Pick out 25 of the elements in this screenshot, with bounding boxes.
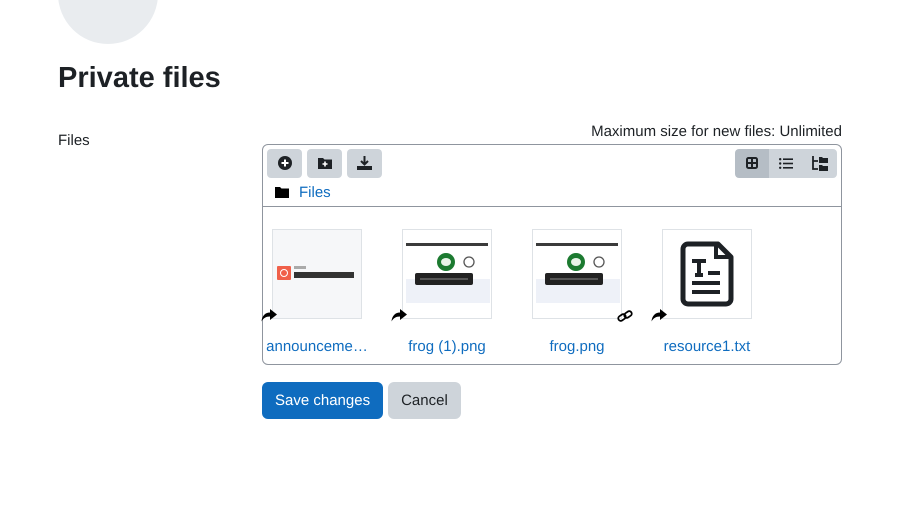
save-button[interactable]: Save changes — [262, 382, 384, 419]
file-name-link[interactable]: announceme… — [266, 338, 368, 355]
path-link[interactable]: Files — [299, 184, 331, 201]
download-icon — [357, 156, 372, 170]
list-view-button[interactable] — [769, 148, 803, 178]
folder-icon — [275, 186, 289, 198]
field-label: Files — [58, 132, 90, 149]
new-folder-icon — [318, 157, 332, 170]
page-title: Private files — [58, 61, 222, 96]
list-icon — [779, 158, 793, 169]
icons-view-button[interactable] — [735, 148, 769, 178]
file-thumbnail[interactable] — [662, 228, 752, 319]
max-size-note: Maximum size for new files: Unlimited — [590, 122, 842, 140]
file-name-link[interactable]: frog (1).png — [408, 338, 486, 355]
add-icon — [278, 156, 292, 170]
download-button[interactable] — [347, 148, 382, 178]
grid-icon — [746, 157, 758, 170]
file-name-link[interactable]: resource1.txt — [664, 338, 750, 355]
add-button[interactable] — [267, 148, 302, 178]
text-file-icon — [680, 240, 734, 307]
tree-view-button[interactable] — [803, 148, 837, 178]
cancel-button[interactable]: Cancel — [388, 382, 461, 419]
tree-icon — [812, 156, 828, 171]
file-name-link[interactable]: frog.png — [549, 338, 605, 355]
new-folder-button[interactable] — [307, 148, 342, 178]
